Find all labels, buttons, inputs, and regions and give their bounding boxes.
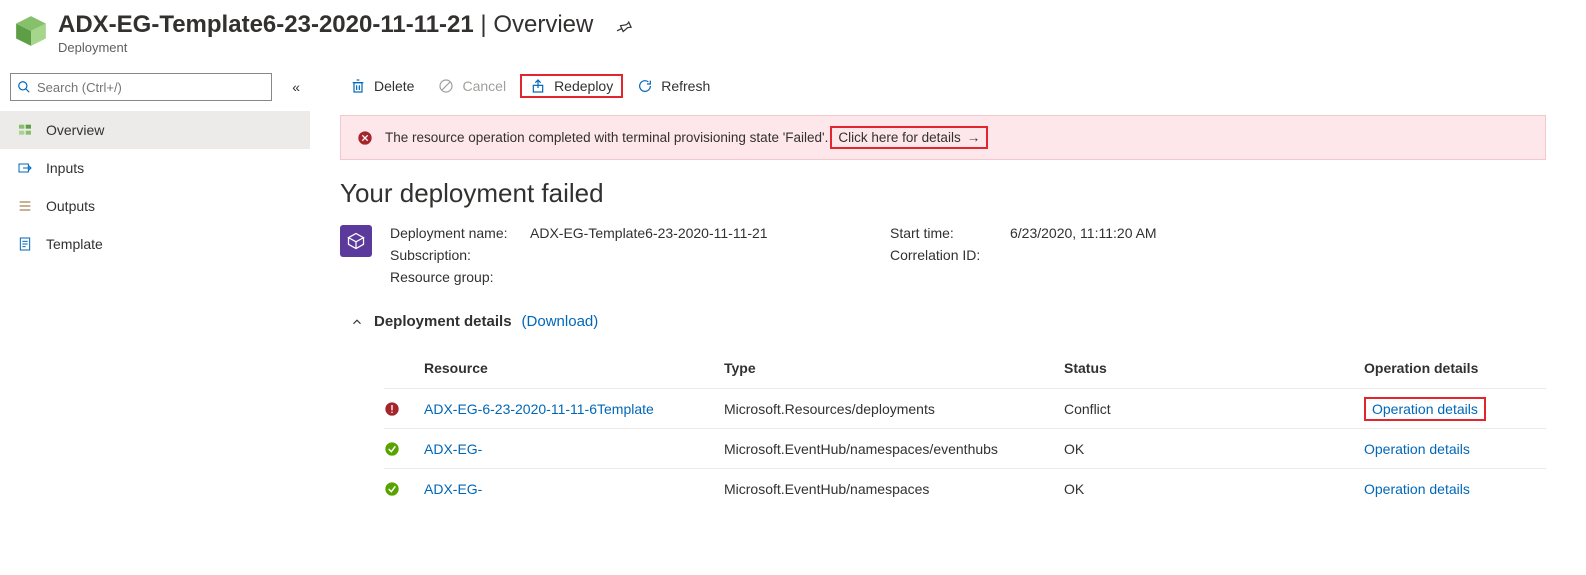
col-resource: Resource: [424, 360, 724, 376]
arrow-right-icon: →: [967, 130, 981, 145]
sidebar-item-outputs[interactable]: Outputs: [0, 187, 310, 225]
banner-message: The resource operation completed with te…: [385, 130, 828, 145]
command-bar: Delete Cancel Redeploy Refresh: [340, 61, 1586, 111]
sidebar-item-template[interactable]: Template: [0, 225, 310, 263]
table-row: ADX-EG-6-23-2020-11-11-6TemplateMicrosof…: [384, 388, 1546, 428]
redeploy-icon: [530, 78, 546, 94]
pin-icon[interactable]: [615, 18, 633, 36]
search-icon: [17, 80, 31, 94]
main-content: Delete Cancel Redeploy Refresh: [310, 61, 1586, 528]
type-cell: Microsoft.EventHub/namespaces: [724, 481, 1064, 497]
resource-cube-icon: [14, 14, 48, 48]
refresh-icon: [637, 78, 653, 94]
error-banner: The resource operation completed with te…: [340, 115, 1546, 160]
deployment-metadata: Deployment name: ADX-EG-Template6-23-202…: [390, 225, 1260, 285]
sidebar-item-label: Inputs: [46, 160, 84, 176]
overview-icon: [16, 122, 34, 138]
cancel-button: Cancel: [428, 74, 516, 98]
error-icon: [384, 401, 424, 417]
collapse-sidebar-button[interactable]: «: [292, 79, 300, 95]
search-input[interactable]: [37, 80, 265, 95]
type-cell: Microsoft.Resources/deployments: [724, 401, 1064, 417]
details-table: Resource Type Status Operation details A…: [384, 348, 1546, 508]
status-cell: OK: [1064, 481, 1364, 497]
banner-details-link[interactable]: Click here for details →: [830, 126, 988, 149]
cancel-icon: [438, 78, 454, 94]
delete-button[interactable]: Delete: [340, 74, 424, 98]
val-subscription: [530, 247, 890, 263]
lbl-subscription: Subscription:: [390, 247, 530, 263]
inputs-icon: [16, 160, 34, 176]
page-title: ADX-EG-Template6-23-2020-11-11-21 | Over…: [58, 10, 593, 40]
operation-details-link[interactable]: Operation details: [1364, 481, 1470, 497]
sidebar-item-overview[interactable]: Overview: [0, 111, 310, 149]
deployment-details-header[interactable]: Deployment details (Download): [350, 313, 1586, 330]
cancel-label: Cancel: [462, 78, 506, 94]
lbl-start-time: Start time:: [890, 225, 1010, 241]
chevron-up-icon: [350, 315, 364, 329]
sidebar-item-label: Outputs: [46, 198, 95, 214]
sidebar-item-inputs[interactable]: Inputs: [0, 149, 310, 187]
col-operation-details: Operation details: [1364, 360, 1524, 376]
sidebar-item-label: Overview: [46, 122, 104, 138]
refresh-button[interactable]: Refresh: [627, 74, 720, 98]
val-deployment-name: ADX-EG-Template6-23-2020-11-11-21: [530, 225, 890, 241]
search-input-wrapper[interactable]: [10, 73, 272, 101]
error-icon: [357, 130, 373, 146]
status-cell: Conflict: [1064, 401, 1364, 417]
template-icon: [16, 236, 34, 252]
operation-details-link[interactable]: Operation details: [1364, 397, 1486, 421]
val-correlation: [1010, 247, 1260, 263]
val-start-time: 6/23/2020, 11:11:20 AM: [1010, 225, 1260, 241]
redeploy-button[interactable]: Redeploy: [520, 74, 623, 98]
redeploy-label: Redeploy: [554, 78, 613, 94]
resource-link[interactable]: ADX-EG-6-23-2020-11-11-6Template: [424, 401, 724, 417]
delete-label: Delete: [374, 78, 414, 94]
failure-heading: Your deployment failed: [340, 178, 1586, 209]
page-header: ADX-EG-Template6-23-2020-11-11-21 | Over…: [0, 0, 1586, 61]
resource-link[interactable]: ADX-EG-: [424, 481, 724, 497]
operation-details-link[interactable]: Operation details: [1364, 441, 1470, 457]
sidebar: « Overview Inputs Outputs Template: [0, 61, 310, 528]
download-link[interactable]: (Download): [522, 313, 599, 330]
lbl-correlation: Correlation ID:: [890, 247, 1010, 263]
refresh-label: Refresh: [661, 78, 710, 94]
trash-icon: [350, 78, 366, 94]
lbl-resource-group: Resource group:: [390, 269, 530, 285]
outputs-icon: [16, 198, 34, 214]
lbl-deployment-name: Deployment name:: [390, 225, 530, 241]
success-icon: [384, 481, 424, 497]
deployment-badge-icon: [340, 225, 372, 257]
table-header: Resource Type Status Operation details: [384, 348, 1546, 388]
col-type: Type: [724, 360, 1064, 376]
table-row: ADX-EG-Microsoft.EventHub/namespaces/eve…: [384, 428, 1546, 468]
resource-link[interactable]: ADX-EG-: [424, 441, 724, 457]
table-row: ADX-EG-Microsoft.EventHub/namespacesOKOp…: [384, 468, 1546, 508]
status-cell: OK: [1064, 441, 1364, 457]
success-icon: [384, 441, 424, 457]
val-resource-group: [530, 269, 890, 285]
details-title: Deployment details: [374, 313, 512, 330]
type-cell: Microsoft.EventHub/namespaces/eventhubs: [724, 441, 1064, 457]
sidebar-item-label: Template: [46, 236, 103, 252]
col-status: Status: [1064, 360, 1364, 376]
page-subtitle: Deployment: [58, 40, 593, 55]
